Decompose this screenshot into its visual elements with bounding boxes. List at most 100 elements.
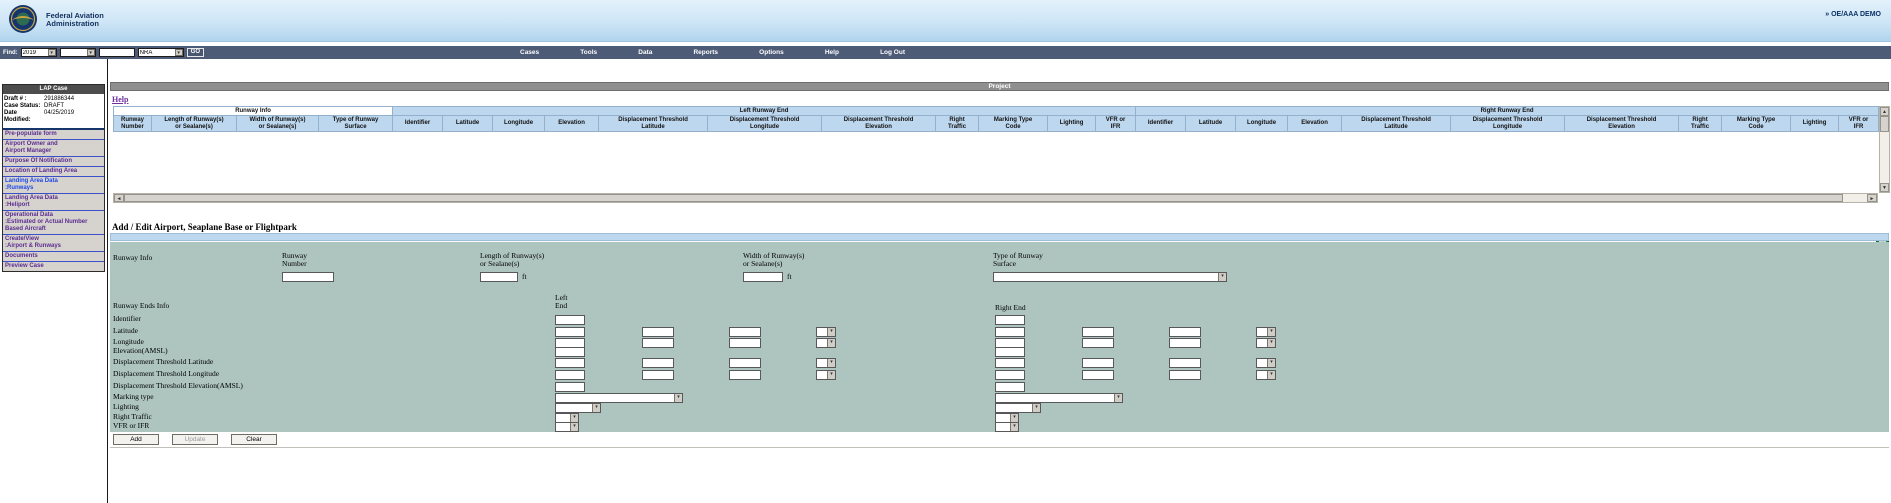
table-col-right-traffic: Right Traffic <box>936 116 979 132</box>
right-vfr-or-ifr-select[interactable]: ▾ <box>995 422 1019 432</box>
left-longitude-hemisphere-select[interactable]: ▾ <box>816 338 836 348</box>
right-displacement-threshold-longitude-hemisphere-select[interactable]: ▾ <box>1256 370 1276 380</box>
sidebar-item-line: Landing Area Data <box>5 195 102 202</box>
sidebar-item-line: Based Aircraft <box>5 226 102 233</box>
left-displacement-threshold-elevation-amsl-input[interactable] <box>555 382 585 392</box>
left-displacement-threshold-longitude-min-input[interactable] <box>642 370 674 380</box>
left-lighting-select[interactable]: ▾ <box>555 403 601 413</box>
sidebar-item-purpose-of-notification[interactable]: Purpose Of Notification <box>3 157 104 167</box>
right-marking-type-select[interactable]: ▾ <box>995 393 1123 403</box>
vertical-scrollbar[interactable]: ▲ ▼ <box>1879 106 1890 193</box>
find-year-select[interactable]: 2019 ▾ <box>21 48 57 57</box>
right-latitude-deg-input[interactable] <box>995 327 1025 337</box>
menu-item-data[interactable]: Data <box>638 49 652 56</box>
add-button[interactable]: Add <box>113 434 159 445</box>
right-latitude-sec-input[interactable] <box>1169 327 1201 337</box>
left-displacement-threshold-longitude-hemisphere-select[interactable]: ▾ <box>816 370 836 380</box>
left-displacement-threshold-longitude-deg-input[interactable] <box>555 370 585 380</box>
left-longitude-sec-input[interactable] <box>729 338 761 348</box>
right-displacement-threshold-longitude-min-input[interactable] <box>1082 370 1114 380</box>
right-latitude-min-input[interactable] <box>1082 327 1114 337</box>
menu-item-reports[interactable]: Reports <box>693 49 718 56</box>
sidebar-item-operational-data-estimated-or-actual-number-based-aircraft[interactable]: Operational Data:Estimated or Actual Num… <box>3 211 104 235</box>
left-elevation-amsl-input[interactable] <box>555 347 585 357</box>
left-latitude-hemisphere-select[interactable]: ▾ <box>816 327 836 337</box>
sidebar-item-line: Pre-populate form <box>5 131 102 138</box>
table-col-displacement-threshold-elevation: Displacement Threshold Elevation <box>1565 116 1679 132</box>
left-vfr-or-ifr-select[interactable]: ▾ <box>555 422 579 432</box>
env-link[interactable]: » OE/AAA DEMO <box>1825 11 1881 18</box>
sidebar-item-landing-area-data-heliport[interactable]: Landing Area Data:Heliport <box>3 194 104 211</box>
update-button[interactable]: Update <box>172 434 218 445</box>
right-displacement-threshold-latitude-hemisphere-select[interactable]: ▾ <box>1256 358 1276 368</box>
vscroll-thumb[interactable] <box>1880 116 1889 132</box>
right-displacement-threshold-latitude-sec-input[interactable] <box>1169 358 1201 368</box>
sidebar-item-pre-populate-form[interactable]: Pre-populate form <box>3 130 104 140</box>
menu-item-help[interactable]: Help <box>825 49 839 56</box>
right-elevation-amsl-input[interactable] <box>995 347 1025 357</box>
left-displacement-threshold-latitude-sec-input[interactable] <box>729 358 761 368</box>
menu-item-log-out[interactable]: Log Out <box>880 49 905 56</box>
menu-bar: Find: 2019 ▾ ▾ NRA ▾ GO Cases Tools Data Re… <box>0 46 1891 59</box>
sidebar-item-line: :Airport & Runways <box>5 243 102 250</box>
left-latitude-deg-input[interactable] <box>555 327 585 337</box>
go-button[interactable]: GO <box>187 48 204 57</box>
left-identifier-input[interactable] <box>555 315 585 325</box>
left-latitude-min-input[interactable] <box>642 327 674 337</box>
left-latitude-sec-input[interactable] <box>729 327 761 337</box>
left-displacement-threshold-latitude-hemisphere-select[interactable]: ▾ <box>816 358 836 368</box>
right-displacement-threshold-longitude-deg-input[interactable] <box>995 370 1025 380</box>
scroll-left-icon[interactable]: ◄ <box>114 194 124 202</box>
form-buttons: Add Update Clear <box>113 434 277 445</box>
sidebar-item-landing-area-data-runways[interactable]: Landing Area Data:Runways <box>3 177 104 194</box>
menu-item-tools[interactable]: Tools <box>580 49 597 56</box>
sidebar-item-line: :Estimated or Actual Number <box>5 219 102 226</box>
table-col-width-of-runway-s-or-sealane-s: Width of Runway(s) or Sealane(s) <box>237 116 319 132</box>
right-lighting-select[interactable]: ▾ <box>995 403 1041 413</box>
left-displacement-threshold-longitude-sec-input[interactable] <box>729 370 761 380</box>
scroll-up-icon[interactable]: ▲ <box>1880 107 1889 116</box>
sidebar-item-documents[interactable]: Documents <box>3 252 104 262</box>
left-displacement-threshold-latitude-deg-input[interactable] <box>555 358 585 368</box>
table-col-identifier: Identifier <box>393 116 443 132</box>
right-identifier-input[interactable] <box>995 315 1025 325</box>
sidebar-item-airport-owner-and-airport-manager[interactable]: Airport Owner andAirport Manager <box>3 140 104 157</box>
scroll-down-icon[interactable]: ▼ <box>1880 183 1889 192</box>
right-longitude-hemisphere-select[interactable]: ▾ <box>1256 338 1276 348</box>
horizontal-scrollbar[interactable]: ◄ ► <box>113 193 1878 203</box>
length-input[interactable] <box>480 272 518 282</box>
left-longitude-min-input[interactable] <box>642 338 674 348</box>
table-col-latitude: Latitude <box>1186 116 1236 132</box>
menu-item-options[interactable]: Options <box>759 49 784 56</box>
right-displacement-threshold-latitude-min-input[interactable] <box>1082 358 1114 368</box>
menu-item-cases[interactable]: Cases <box>520 49 539 56</box>
right-longitude-sec-input[interactable] <box>1169 338 1201 348</box>
case-info-value: 291886344 <box>44 96 103 103</box>
sidebar-item-create-view-airport-runways[interactable]: Create/View:Airport & Runways <box>3 235 104 252</box>
right-displacement-threshold-elevation-amsl-input[interactable] <box>995 382 1025 392</box>
table-group-right-runway-end: Right Runway End <box>1136 107 1879 116</box>
surface-type-select[interactable]: ▾ <box>993 272 1227 282</box>
right-latitude-hemisphere-select[interactable]: ▾ <box>1256 327 1276 337</box>
left-marking-type-select[interactable]: ▾ <box>555 393 683 403</box>
sidebar-item-preview-case[interactable]: Preview Case <box>3 262 104 271</box>
width-label: Width of Runway(s) or Sealane(s) <box>743 252 804 268</box>
find-number-input[interactable] <box>99 48 135 57</box>
find-type-select[interactable]: NRA ▾ <box>138 48 184 57</box>
case-info: Draft # :291886344Case Status:DRAFTDate … <box>3 94 104 128</box>
right-displacement-threshold-longitude-sec-input[interactable] <box>1169 370 1201 380</box>
sidebar-item-location-of-landing-area[interactable]: Location of Landing Area <box>3 167 104 177</box>
help-link[interactable]: Help <box>112 95 128 104</box>
hscroll-thumb[interactable] <box>124 194 1843 202</box>
runway-number-input[interactable] <box>282 272 334 282</box>
width-input[interactable] <box>743 272 783 282</box>
clear-button[interactable]: Clear <box>231 434 277 445</box>
scroll-right-icon[interactable]: ► <box>1867 194 1877 202</box>
find-bar: Find: 2019 ▾ ▾ NRA ▾ GO <box>3 48 204 57</box>
find-region-select[interactable]: ▾ <box>60 48 96 57</box>
table-col-displacement-threshold-latitude: Displacement Threshold Latitude <box>599 116 708 132</box>
right-displacement-threshold-latitude-deg-input[interactable] <box>995 358 1025 368</box>
left-displacement-threshold-latitude-min-input[interactable] <box>642 358 674 368</box>
right-longitude-min-input[interactable] <box>1082 338 1114 348</box>
runway-form-body: Runway Info Runway Number Length of Runw… <box>110 242 1889 432</box>
